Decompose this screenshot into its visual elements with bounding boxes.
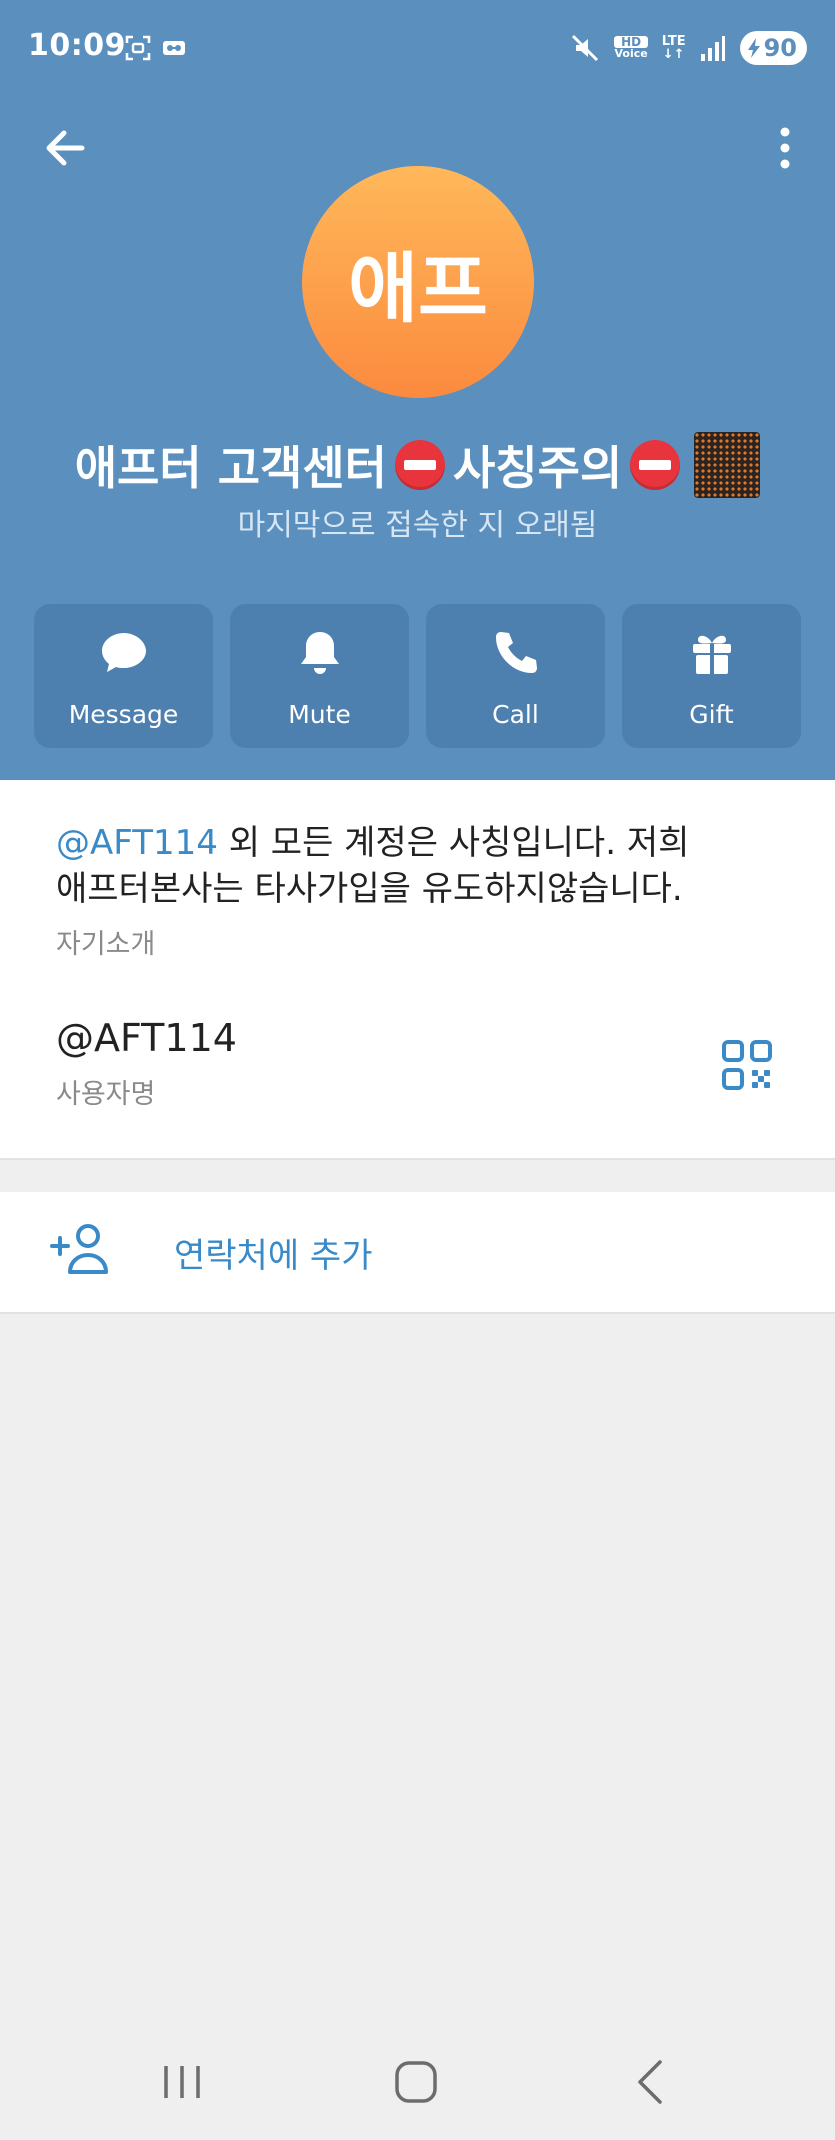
action-buttons: Message Mute Call Gift: [34, 604, 801, 748]
add-to-contacts-button[interactable]: 연락처에 추가: [0, 1192, 835, 1314]
add-user-icon: [50, 1224, 108, 1274]
back-icon[interactable]: [620, 2052, 680, 2112]
mute-button[interactable]: Mute: [230, 604, 409, 748]
bio-text: @AFT114 외 모든 계정은 사칭입니다. 저희 애프터본사는 타사가입을 …: [56, 820, 796, 912]
arrow-left-icon[interactable]: [36, 118, 96, 178]
bio-text-line2: 애프터본사는 타사가입을 유도하지않습니다.: [56, 869, 683, 909]
last-seen-status: 마지막으로 접속한 지 오래됨: [237, 508, 598, 543]
recents-icon[interactable]: [152, 2052, 212, 2112]
chat-bubble-icon: [101, 633, 146, 672]
voice-label: Voice: [614, 47, 648, 60]
no-entry-icon: [630, 440, 681, 490]
battery-level: 90: [763, 34, 797, 62]
phone-icon: [495, 632, 537, 673]
qr-code-icon[interactable]: [722, 1040, 772, 1090]
message-label: Message: [68, 700, 179, 729]
avatar[interactable]: 애프: [302, 166, 534, 398]
call-label: Call: [492, 700, 539, 729]
profile-header: 10:09 HD Voice LTE ↓↑ 90 애프 애프터 고객센터 사칭주…: [0, 0, 835, 780]
profile-name: 애프터 고객센터 사칭주의: [0, 432, 835, 498]
bell-icon: [300, 632, 339, 674]
signal-icon: [700, 36, 725, 61]
add-to-contacts-label: 연락처에 추가: [174, 1236, 373, 1276]
call-button[interactable]: Call: [426, 604, 605, 748]
battery-charging-icon: [747, 38, 760, 58]
avatar-initials: 애프: [348, 244, 488, 333]
led-sign-icon: [694, 432, 761, 498]
home-icon[interactable]: [386, 2052, 446, 2112]
mute-label: Mute: [288, 700, 351, 729]
system-nav-bar: [0, 2030, 835, 2140]
info-card: @AFT114 외 모든 계정은 사칭입니다. 저희 애프터본사는 타사가입을 …: [0, 780, 835, 1160]
gift-label: Gift: [689, 700, 734, 729]
gift-button[interactable]: Gift: [622, 604, 801, 748]
gift-icon: [692, 635, 731, 674]
profile-name-part1: 애프터 고객센터: [74, 441, 387, 495]
no-entry-icon: [394, 440, 445, 490]
screenshot-icon: [125, 35, 151, 61]
battery-indicator: 90: [739, 31, 807, 65]
voicemail-icon: [163, 41, 185, 55]
username[interactable]: @AFT114: [56, 1016, 237, 1060]
status-icons: HD Voice LTE ↓↑ 90: [570, 28, 807, 68]
hd-voice-icon: HD Voice: [614, 36, 648, 60]
bio-text-line1: 외 모든 계정은 사칭입니다. 저희: [217, 823, 690, 863]
lte-icon: LTE ↓↑: [661, 34, 686, 62]
bio-username-link[interactable]: @AFT114: [56, 823, 218, 863]
profile-name-part2: 사칭주의: [452, 441, 623, 495]
mute-icon: [572, 34, 599, 62]
username-caption: 사용자명: [56, 1079, 156, 1110]
bio-caption: 자기소개: [56, 929, 156, 960]
message-button[interactable]: Message: [34, 604, 213, 748]
more-vertical-icon[interactable]: [765, 118, 805, 178]
status-time: 10:09: [28, 28, 126, 63]
